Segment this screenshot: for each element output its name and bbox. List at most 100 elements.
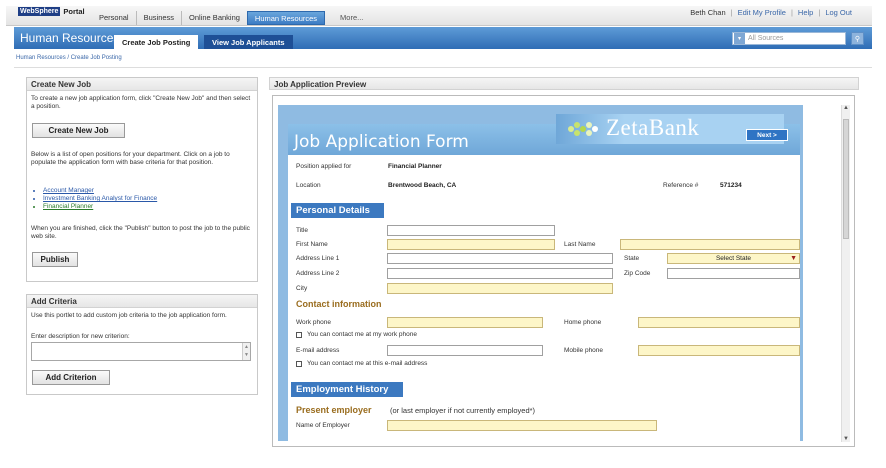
position-financial-planner[interactable]: Financial Planner — [43, 203, 157, 211]
form-body: Position applied for Financial Planner L… — [288, 155, 800, 441]
portlet-title: Job Application Preview — [269, 77, 859, 90]
contact-information-heading: Contact information — [296, 299, 382, 309]
work-phone-contact-label: You can contact me at my work phone — [307, 331, 417, 338]
zip-input[interactable] — [667, 268, 800, 279]
portlet-title: Add Criteria — [27, 295, 257, 308]
position-account-manager[interactable]: Account Manager — [43, 187, 157, 195]
logo-portal: Portal — [63, 7, 85, 16]
tab-view-job-applicants[interactable]: View Job Applicants — [204, 35, 293, 49]
address1-label: Address Line 1 — [296, 255, 340, 262]
help-link[interactable]: Help — [798, 8, 813, 17]
last-name-input[interactable] — [620, 239, 800, 250]
dropdown-icon[interactable]: ▾ — [734, 33, 745, 44]
positions-list: Account Manager Investment Banking Analy… — [43, 187, 157, 211]
job-application-preview-portlet: Job Application Preview Job Application … — [269, 77, 859, 448]
positions-description: Below is a list of open positions for yo… — [31, 151, 230, 166]
brand-name: ZetaBank — [606, 115, 700, 140]
tab-more[interactable]: More... — [333, 11, 370, 25]
address2-input[interactable] — [387, 268, 613, 279]
title-input[interactable] — [387, 225, 555, 236]
criterion-label: Enter description for new criterion: — [31, 333, 130, 340]
email-contact-label: You can contact me at this e-mail addres… — [307, 360, 428, 367]
add-criteria-portlet: Add Criteria Use this portlet to add cus… — [26, 294, 258, 395]
top-navigation-bar: WebSphere Portal Personal Business Onlin… — [6, 6, 872, 26]
divider — [14, 67, 872, 68]
separator: | — [730, 8, 733, 17]
publish-description: When you are finished, click the "Publis… — [31, 225, 250, 240]
work-phone-label: Work phone — [296, 319, 331, 326]
source-search-field[interactable]: ▾ All Sources — [732, 32, 846, 45]
email-input[interactable] — [387, 345, 543, 356]
chevron-down-icon[interactable]: ▼ — [790, 255, 797, 262]
location-label: Location — [296, 182, 321, 189]
form-title: Job Application Form — [294, 132, 469, 152]
next-button[interactable]: Next > — [746, 129, 788, 141]
section-employment-history: Employment History — [291, 382, 403, 397]
add-criteria-intro: Use this portlet to add custom job crite… — [31, 312, 227, 319]
edit-profile-link[interactable]: Edit My Profile — [738, 8, 786, 17]
address1-input[interactable] — [387, 253, 613, 264]
work-phone-input[interactable] — [387, 317, 543, 328]
work-phone-contact-checkbox[interactable] — [296, 332, 302, 338]
tab-create-job-posting[interactable]: Create Job Posting — [114, 35, 199, 49]
add-criterion-button[interactable]: Add Criterion — [32, 370, 110, 385]
first-name-label: First Name — [296, 241, 328, 248]
scroll-thumb[interactable] — [843, 119, 849, 239]
websphere-portal-logo: WebSphere Portal — [18, 6, 85, 17]
email-contact-checkbox[interactable] — [296, 361, 302, 367]
create-job-intro: To create a new job application form, cl… — [31, 95, 251, 110]
city-label: City — [296, 285, 308, 292]
position-label: Position applied for — [296, 163, 352, 170]
position-value: Financial Planner — [388, 163, 442, 170]
logout-link[interactable]: Log Out — [825, 8, 852, 17]
separator: | — [818, 8, 821, 17]
reference-label: Reference # — [663, 182, 699, 189]
first-name-input[interactable] — [387, 239, 555, 250]
create-new-job-button[interactable]: Create New Job — [32, 123, 125, 138]
employer-name-input[interactable] — [387, 420, 657, 431]
publish-button[interactable]: Publish — [32, 252, 78, 267]
breadcrumb[interactable]: Human Resources / Create Job Posting — [16, 55, 122, 61]
scroll-down-icon[interactable]: ▼ — [842, 436, 850, 442]
user-name: Beth Chan — [690, 8, 726, 17]
criterion-textarea[interactable]: ▲ ▼ — [31, 342, 251, 361]
form-panel: Job Application Form ZetaBank Next > Pos… — [278, 105, 803, 441]
tab-business[interactable]: Business — [137, 11, 183, 25]
textarea-scrollbar[interactable]: ▲ ▼ — [242, 343, 250, 360]
page-title: Human Resources — [20, 31, 120, 45]
mobile-phone-label: Mobile phone — [564, 347, 604, 354]
present-employer-heading: Present employer — [296, 405, 372, 415]
address2-label: Address Line 2 — [296, 270, 340, 277]
state-label: State — [624, 255, 640, 262]
state-select-value: Select State — [715, 255, 752, 262]
zetabank-logo-icon — [568, 122, 598, 136]
source-placeholder: All Sources — [748, 35, 784, 42]
section-personal-details: Personal Details — [291, 203, 384, 218]
logo-websphere: WebSphere — [18, 7, 61, 16]
tab-personal[interactable]: Personal — [92, 11, 137, 25]
home-phone-label: Home phone — [564, 319, 602, 326]
mobile-phone-input[interactable] — [638, 345, 800, 356]
separator: | — [790, 8, 793, 17]
city-input[interactable] — [387, 283, 613, 294]
create-new-job-portlet: Create New Job To create a new job appli… — [26, 77, 258, 282]
human-resources-header: Human Resources Create Job Posting View … — [14, 27, 872, 49]
portlet-title: Create New Job — [27, 78, 257, 91]
location-value: Brentwood Beach, CA — [388, 182, 457, 189]
zip-label: Zip Code — [624, 270, 651, 277]
tab-online-banking[interactable]: Online Banking — [182, 11, 247, 25]
position-investment-banking-analyst[interactable]: Investment Banking Analyst for Finance — [43, 195, 157, 203]
reference-value: 571234 — [720, 182, 742, 189]
last-name-label: Last Name — [564, 241, 596, 248]
top-tabs: Personal Business Online Banking Human R… — [92, 11, 370, 25]
state-select[interactable]: Select State ▼ — [667, 253, 800, 264]
employer-name-label: Name of Employer — [296, 422, 350, 429]
title-label: Title — [296, 227, 309, 234]
home-phone-input[interactable] — [638, 317, 800, 328]
scroll-up-icon[interactable]: ▲ — [842, 105, 850, 111]
user-navigation: Beth Chan | Edit My Profile | Help | Log… — [690, 8, 852, 17]
preview-frame: Job Application Form ZetaBank Next > Pos… — [272, 95, 855, 447]
preview-scrollbar[interactable]: ▲ ▼ — [841, 105, 850, 442]
search-icon[interactable]: ⚲ — [851, 32, 864, 45]
tab-human-resources[interactable]: Human Resources — [246, 11, 326, 25]
